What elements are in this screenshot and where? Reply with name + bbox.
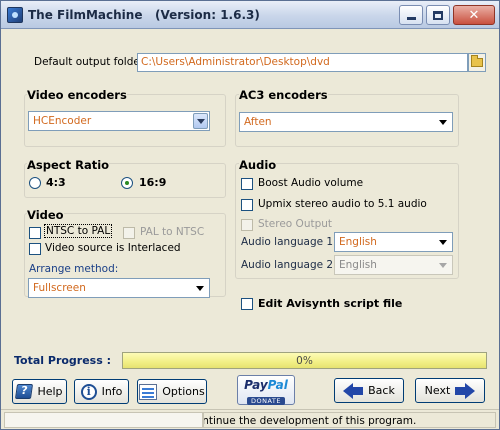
total-progress-text: 0% [296, 355, 313, 367]
upmix-label[interactable]: Upmix stereo audio to 5.1 audio [258, 198, 427, 210]
video-title: Video [27, 208, 64, 222]
video-encoder-value: HCEncoder [33, 115, 92, 127]
minimize-icon [406, 16, 416, 20]
folder-icon [471, 55, 483, 67]
stereo-output-label[interactable]: Stereo Output [258, 218, 332, 230]
donate-label: DONATE [246, 397, 285, 405]
aspect-4-3-label[interactable]: 4:3 [46, 176, 66, 189]
paypal-pay-text: Pay [244, 378, 268, 392]
output-folder-field[interactable]: C:\Users\Administrator\Desktop\dvd [137, 53, 468, 72]
chevron-down-icon [439, 120, 447, 125]
next-button[interactable]: Next [415, 378, 485, 403]
upmix-checkbox[interactable] [241, 199, 253, 211]
interlaced-label[interactable]: Video source is Interlaced [45, 242, 181, 254]
browse-folder-button[interactable] [468, 53, 486, 72]
help-button-label: Help [37, 385, 63, 398]
info-button[interactable]: Info [74, 379, 129, 404]
arrange-method-select[interactable]: Fullscreen [28, 278, 210, 298]
chevron-down-icon [196, 286, 204, 291]
arrange-method-value: Fullscreen [33, 282, 86, 294]
maximize-icon [433, 10, 443, 20]
window-title: The FilmMachine (Version: 1.6.3) [28, 8, 260, 22]
back-button-label: Back [368, 384, 395, 397]
ac3-encoders-title: AC3 encoders [239, 88, 328, 102]
audio-language-2-label: Audio language 2: [241, 259, 337, 271]
options-button-label: Options [162, 385, 205, 398]
app-icon [7, 7, 23, 23]
options-icon [139, 383, 158, 400]
back-button[interactable]: Back [334, 378, 404, 403]
aspect-16-9-radio[interactable] [121, 177, 133, 189]
audio-language-1-value: English [339, 236, 377, 248]
back-arrow-icon [343, 382, 364, 399]
stereo-output-checkbox[interactable] [241, 219, 253, 231]
ntsc-to-pal-label[interactable]: NTSC to PAL [44, 224, 113, 238]
options-button[interactable]: Options [137, 379, 207, 404]
paypal-logo: PayPal [238, 378, 294, 393]
avisynth-checkbox[interactable] [241, 298, 253, 310]
total-progress-label: Total Progress : [14, 354, 112, 367]
output-folder-label: Default output folder: [34, 56, 148, 68]
next-arrow-icon [455, 382, 476, 399]
status-text: continue the development of this program… [203, 415, 417, 427]
pal-to-ntsc-label[interactable]: PAL to NTSC [140, 226, 204, 238]
ac3-encoder-select[interactable]: Aften [239, 112, 453, 132]
boost-audio-checkbox[interactable] [241, 178, 253, 190]
audio-language-2-select[interactable]: English [334, 255, 453, 275]
arrange-method-label: Arrange method: [29, 263, 119, 275]
close-icon: ✕ [468, 7, 480, 23]
close-button[interactable]: ✕ [453, 5, 495, 25]
audio-language-2-value: English [339, 259, 377, 271]
pal-to-ntsc-checkbox[interactable] [123, 227, 135, 239]
chevron-down-icon[interactable] [193, 113, 208, 129]
help-button[interactable]: Help [12, 379, 67, 404]
next-button-label: Next [424, 384, 451, 397]
audio-title: Audio [239, 158, 277, 172]
status-bar: continue the development of this program… [1, 409, 499, 429]
interlaced-checkbox[interactable] [29, 243, 41, 255]
chevron-down-icon [439, 263, 447, 268]
minimize-button[interactable] [399, 5, 423, 25]
video-encoders-title: Video encoders [27, 88, 127, 102]
ac3-encoder-value: Aften [244, 116, 272, 128]
paypal-donate-button[interactable]: PayPal DONATE [237, 375, 295, 405]
total-progress-bar: 0% [122, 352, 487, 369]
aspect-ratio-title: Aspect Ratio [27, 158, 110, 172]
audio-language-1-label: Audio language 1: [241, 236, 337, 248]
maximize-button[interactable] [426, 5, 450, 25]
status-panel-left [4, 412, 203, 428]
boost-audio-label[interactable]: Boost Audio volume [258, 177, 363, 189]
info-icon [80, 383, 97, 400]
aspect-16-9-label[interactable]: 16:9 [139, 176, 166, 189]
audio-language-1-select[interactable]: English [334, 232, 453, 252]
info-button-label: Info [101, 385, 123, 398]
help-icon [15, 384, 34, 399]
ntsc-to-pal-text: NTSC to PAL [44, 224, 113, 238]
paypal-pal-text: Pal [267, 378, 288, 392]
app-window: The FilmMachine (Version: 1.6.3) ✕ Defau… [0, 0, 500, 430]
video-encoder-select[interactable]: HCEncoder [28, 111, 210, 131]
aspect-4-3-radio[interactable] [29, 177, 41, 189]
ntsc-to-pal-checkbox[interactable] [29, 227, 41, 239]
avisynth-label[interactable]: Edit Avisynth script file [258, 297, 402, 310]
chevron-down-icon [439, 240, 447, 245]
title-bar: The FilmMachine (Version: 1.6.3) ✕ [1, 1, 499, 29]
status-panel-right: continue the development of this program… [203, 412, 496, 428]
